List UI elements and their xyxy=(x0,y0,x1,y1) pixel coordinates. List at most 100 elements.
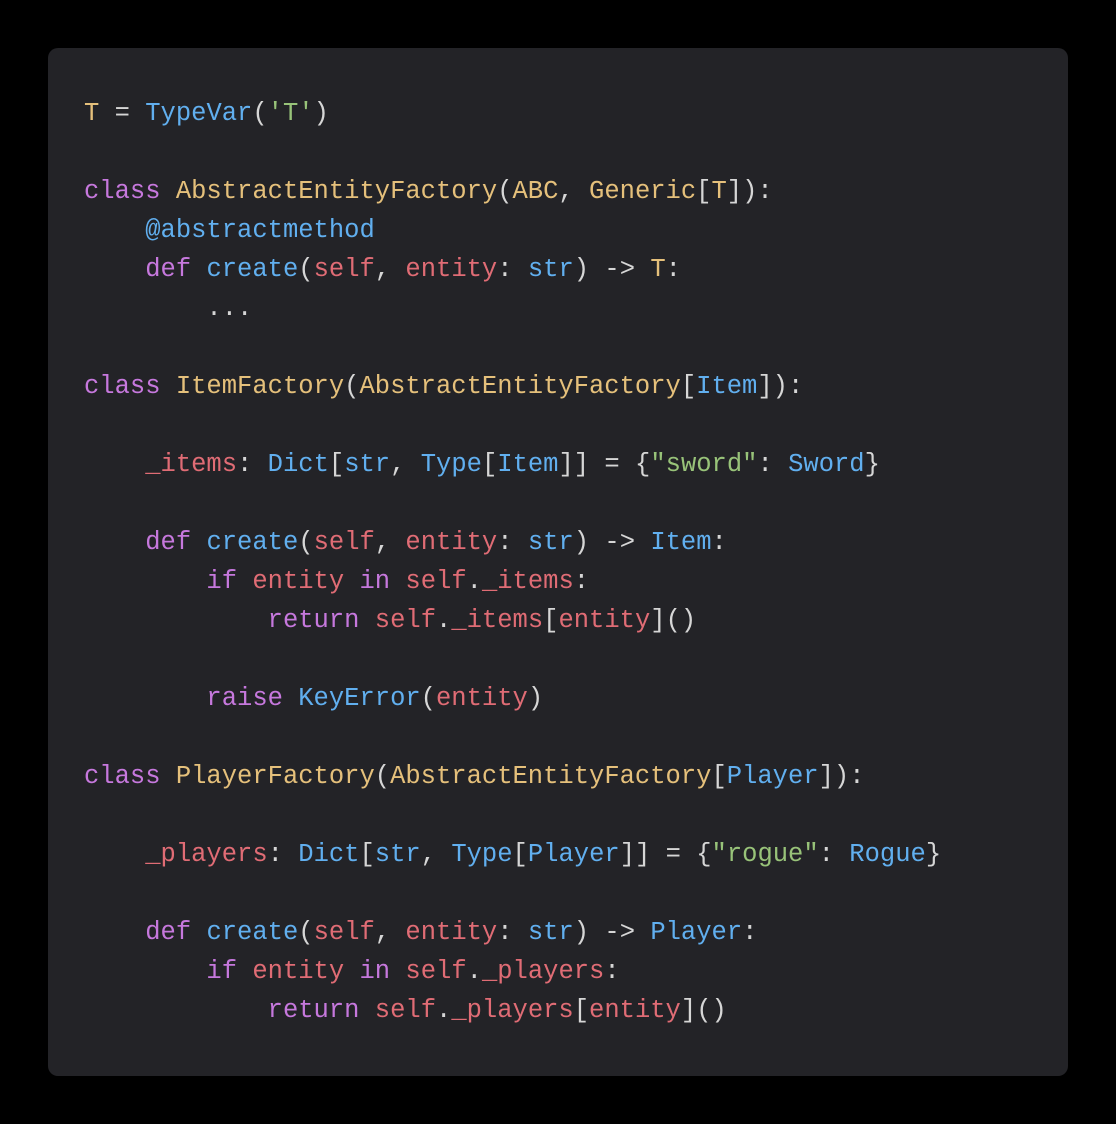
code-token: KeyError xyxy=(298,1074,420,1076)
code-token: } xyxy=(865,450,880,479)
code-token: AbstractEntityFactory xyxy=(359,372,680,401)
code-token: PlayerFactory xyxy=(176,762,375,791)
code-token: = xyxy=(589,450,635,479)
code-token: : xyxy=(757,450,772,479)
code-token: TypeVar xyxy=(145,99,252,128)
code-token: ( xyxy=(421,684,436,713)
code-token: : xyxy=(604,957,619,986)
code-token: ) xyxy=(314,99,329,128)
code-token: , xyxy=(558,177,589,206)
code-token: T xyxy=(650,255,665,284)
code-token: ( xyxy=(421,1074,436,1076)
code-token: [ xyxy=(359,840,374,869)
code-token: self xyxy=(314,528,375,557)
code-token: ] xyxy=(650,606,665,635)
code-token: entity xyxy=(589,996,681,1025)
code-token: str xyxy=(375,840,421,869)
code-token: , xyxy=(375,918,406,947)
code-token: entity xyxy=(252,957,344,986)
code-token: ( xyxy=(696,996,711,1025)
code-token: 'T' xyxy=(268,99,314,128)
code-token: . xyxy=(467,567,482,596)
code-token: def xyxy=(145,918,191,947)
code-token: @abstractmethod xyxy=(145,216,375,245)
code-token: self xyxy=(314,255,375,284)
code-token: ) xyxy=(773,372,788,401)
code-token: Dict xyxy=(268,450,329,479)
code-token: = xyxy=(650,840,696,869)
code-token: class xyxy=(84,372,161,401)
code-token: raise xyxy=(206,1074,283,1076)
code-token: ( xyxy=(252,99,267,128)
code-token: class xyxy=(84,762,161,791)
code-token: T xyxy=(711,177,726,206)
code-token: ) xyxy=(574,528,589,557)
code-token: [ xyxy=(574,996,589,1025)
code-token: entity xyxy=(405,255,497,284)
code-token: : xyxy=(666,255,681,284)
code-token: Item xyxy=(650,528,711,557)
code-token: ) xyxy=(681,606,696,635)
code-token: "rogue" xyxy=(712,840,819,869)
code-token: Item xyxy=(696,372,757,401)
code-token: Rogue xyxy=(849,840,926,869)
code-token: ... xyxy=(206,294,252,323)
code-token: : xyxy=(742,918,757,947)
code-token: entity xyxy=(405,918,497,947)
code-token: entity xyxy=(558,606,650,635)
code-token: entity xyxy=(436,684,528,713)
code-token: ABC xyxy=(513,177,559,206)
code-token: . xyxy=(467,957,482,986)
code-token: : xyxy=(757,177,772,206)
code-token: : xyxy=(819,840,834,869)
code-token: ] xyxy=(727,177,742,206)
code-token: self xyxy=(405,567,466,596)
code-token: -> xyxy=(589,528,650,557)
code-token: Player xyxy=(650,918,742,947)
code-token: ( xyxy=(298,255,313,284)
code-token: ] xyxy=(757,372,772,401)
code-block[interactable]: T = TypeVar('T') class AbstractEntityFac… xyxy=(48,48,1068,1076)
code-token: entity xyxy=(405,528,497,557)
code-token: , xyxy=(390,450,421,479)
code-token: self xyxy=(375,996,436,1025)
code-token: self xyxy=(375,606,436,635)
code-token: { xyxy=(635,450,650,479)
code-token: : xyxy=(788,372,803,401)
code-token: _items xyxy=(145,450,237,479)
code-token: entity xyxy=(252,567,344,596)
code-token: entity xyxy=(436,1074,528,1076)
code-token: _players xyxy=(451,996,573,1025)
code-token: "sword" xyxy=(650,450,757,479)
code-token: [ xyxy=(543,606,558,635)
code-token: create xyxy=(206,918,298,947)
code-token: create xyxy=(206,528,298,557)
code-token: in xyxy=(359,957,390,986)
code-token: [ xyxy=(681,372,696,401)
code-token: : xyxy=(574,567,589,596)
code-token: Generic xyxy=(589,177,696,206)
code-token: -> xyxy=(589,918,650,947)
code-token: : xyxy=(712,528,727,557)
code-token: class xyxy=(84,177,161,206)
code-token: in xyxy=(359,567,390,596)
code-token: : xyxy=(268,840,283,869)
code-token: ] xyxy=(620,840,635,869)
code-token: self xyxy=(405,957,466,986)
code-token: . xyxy=(436,606,451,635)
code-token: ) xyxy=(834,762,849,791)
code-token: AbstractEntityFactory xyxy=(390,762,711,791)
code-token: ) xyxy=(528,684,543,713)
code-token: def xyxy=(145,528,191,557)
code-token: ( xyxy=(298,528,313,557)
code-token: Dict xyxy=(298,840,359,869)
code-token: : xyxy=(849,762,864,791)
code-token: = xyxy=(99,99,145,128)
code-token: [ xyxy=(482,450,497,479)
code-token: ( xyxy=(298,918,313,947)
code-token: , xyxy=(375,255,406,284)
code-token: str xyxy=(344,450,390,479)
code-token: if xyxy=(206,567,237,596)
code-token: str xyxy=(528,918,574,947)
code-token: str xyxy=(528,255,574,284)
